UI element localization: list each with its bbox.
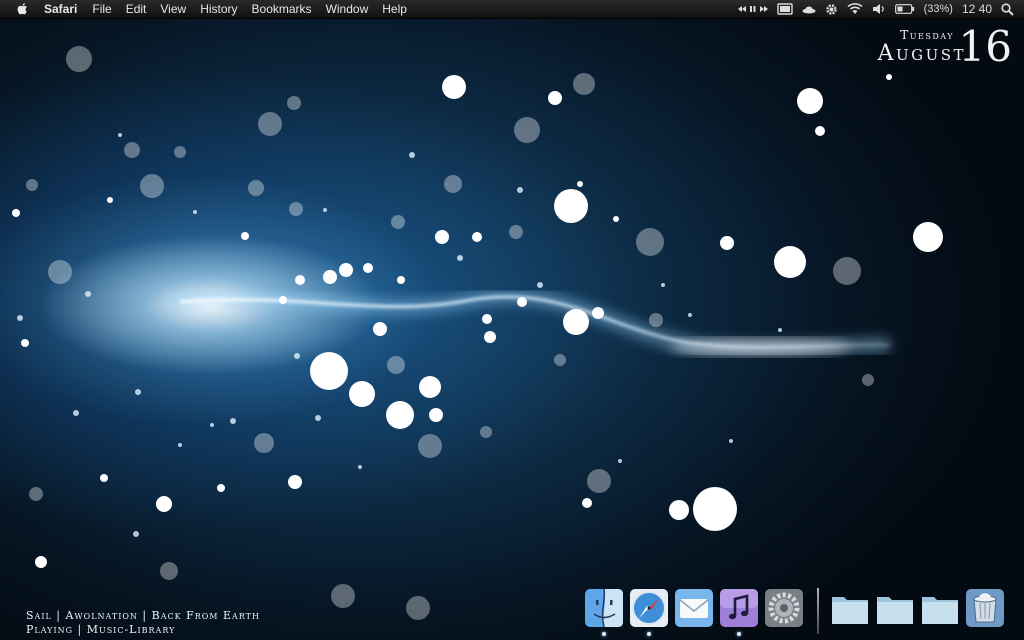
dock-separator <box>817 588 819 634</box>
safari-icon <box>630 589 668 627</box>
dock-mail[interactable] <box>674 588 714 628</box>
spotlight-search-icon[interactable] <box>1001 2 1014 16</box>
dock-folder-1[interactable] <box>830 588 870 628</box>
display-icon[interactable] <box>776 3 793 15</box>
dock-safari[interactable] <box>629 588 669 636</box>
date-widget: Tuesday August 16 <box>852 22 1012 74</box>
menu-window[interactable]: Window <box>319 0 376 18</box>
menu-edit[interactable]: Edit <box>119 0 154 18</box>
folder-icon <box>922 597 958 624</box>
menu-bar: Safari File Edit View History Bookmarks … <box>0 0 1024 19</box>
hat-icon[interactable] <box>802 4 816 14</box>
dock-folder-3[interactable] <box>920 588 960 628</box>
menu-history[interactable]: History <box>193 0 244 18</box>
folder-icon <box>877 597 913 624</box>
desktop-wallpaper <box>0 0 1024 640</box>
running-indicator <box>737 632 741 636</box>
menu-bookmarks[interactable]: Bookmarks <box>245 0 319 18</box>
volume-icon[interactable] <box>872 3 886 15</box>
now-playing-widget: Sail | Awolnation | Back From Earth Play… <box>26 609 260 637</box>
mail-icon <box>675 589 713 627</box>
dock <box>580 586 1020 640</box>
wallpaper-art <box>12 46 943 623</box>
menu-help[interactable]: Help <box>375 0 414 18</box>
running-indicator <box>647 632 651 636</box>
system-preferences-icon <box>765 589 803 627</box>
date-weekday: Tuesday <box>900 28 954 42</box>
finder-icon <box>585 588 623 628</box>
folder-icon <box>832 597 868 624</box>
running-indicator <box>602 632 606 636</box>
menubar-clock[interactable]: 12 40 <box>962 0 992 18</box>
itunes-icon <box>720 589 758 627</box>
menu-file[interactable]: File <box>85 0 118 18</box>
media-controls-icon[interactable] <box>737 4 768 14</box>
date-month: August <box>877 41 966 66</box>
menu-view[interactable]: View <box>153 0 193 18</box>
battery-percent[interactable]: (33%) <box>924 0 953 18</box>
dock-finder[interactable] <box>584 588 624 636</box>
battery-icon[interactable] <box>894 4 915 14</box>
now-playing-status: Playing | Music-Library <box>26 623 176 636</box>
dock-trash[interactable] <box>965 588 1005 628</box>
apple-logo-icon[interactable] <box>14 0 30 18</box>
menu-safari[interactable]: Safari <box>44 0 85 18</box>
now-playing-track: Sail | Awolnation | Back From Earth <box>26 609 260 622</box>
date-day: 16 <box>958 22 1012 71</box>
sync-gear-icon[interactable] <box>825 3 838 16</box>
dock-folder-2[interactable] <box>875 588 915 628</box>
dock-system-preferences[interactable] <box>764 588 804 628</box>
dock-itunes[interactable] <box>719 588 759 636</box>
wifi-icon[interactable] <box>847 3 863 15</box>
trash-icon <box>966 589 1004 627</box>
